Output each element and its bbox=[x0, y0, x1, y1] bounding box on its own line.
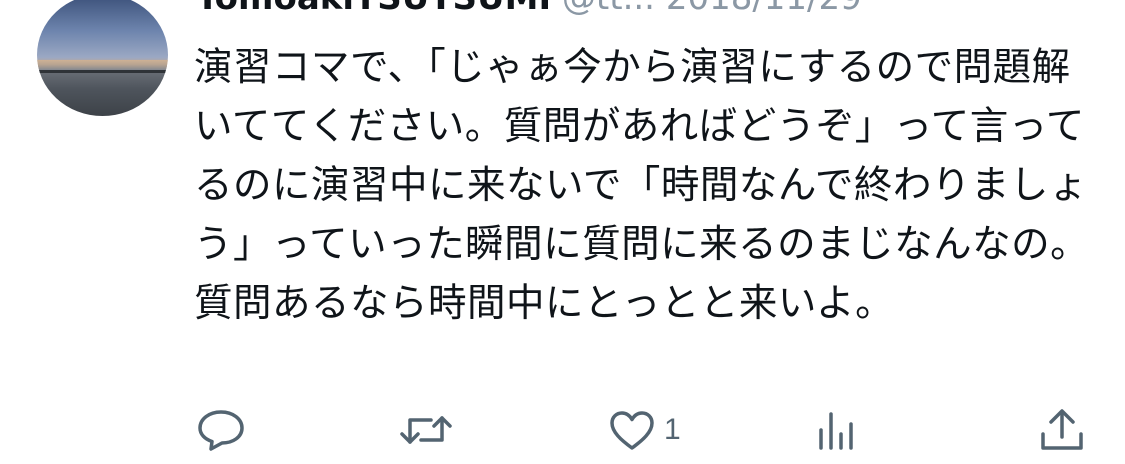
analytics-icon bbox=[819, 412, 853, 450]
retweet-button[interactable] bbox=[398, 405, 454, 455]
avatar-horizon bbox=[37, 60, 168, 70]
tweet-text: 演習コマで、「じゃぁ今から演習にするので問題解いててください。質問があればどうぞ… bbox=[194, 45, 1090, 326]
reply-button[interactable] bbox=[196, 405, 246, 455]
retweet-icon bbox=[400, 416, 452, 444]
more-options-icon[interactable] bbox=[1038, 0, 1078, 4]
tweet-header: TomoakiTSUTSUMI @tt...·2018/11/29 bbox=[196, 0, 862, 18]
share-icon bbox=[1041, 409, 1083, 450]
avatar[interactable] bbox=[37, 0, 168, 116]
avatar-railing bbox=[37, 70, 168, 73]
like-count: 1 bbox=[664, 413, 681, 446]
tweet-date[interactable]: 2018/11/29 bbox=[666, 0, 862, 18]
analytics-button[interactable] bbox=[816, 405, 856, 455]
reply-icon bbox=[198, 410, 244, 451]
heart-icon bbox=[610, 411, 654, 450]
share-button[interactable] bbox=[1038, 405, 1086, 455]
like-button[interactable]: 1 bbox=[608, 405, 681, 455]
date-separator: · bbox=[655, 0, 666, 18]
author-handle[interactable]: @tt... bbox=[562, 0, 655, 18]
author-name[interactable]: TomoakiTSUTSUMI bbox=[196, 0, 551, 18]
